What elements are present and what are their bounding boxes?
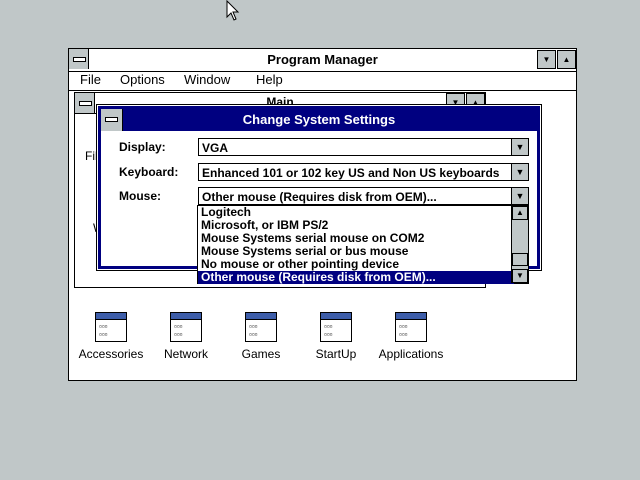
menu-window[interactable]: Window bbox=[184, 72, 230, 87]
menu-options[interactable]: Options bbox=[120, 72, 165, 87]
program-manager-title: Program Manager bbox=[267, 52, 378, 67]
keyboard-label: Keyboard: bbox=[119, 165, 179, 179]
menu-file[interactable]: File bbox=[80, 72, 101, 87]
group-icon-network[interactable]: ▫▫▫ ▫▫▫ Network bbox=[146, 312, 226, 361]
group-icon-applications[interactable]: ▫▫▫ ▫▫▫ Applications bbox=[371, 312, 451, 361]
dropdown-arrow-icon[interactable]: ▼ bbox=[511, 139, 528, 155]
scroll-up-icon[interactable]: ▲ bbox=[512, 206, 528, 220]
mouse-combobox[interactable]: Other mouse (Requires disk from OEM)... … bbox=[198, 187, 529, 205]
mouse-value: Other mouse (Requires disk from OEM)... bbox=[202, 190, 437, 204]
list-item-selected[interactable]: Other mouse (Requires disk from OEM)... bbox=[198, 271, 514, 284]
display-label: Display: bbox=[119, 140, 166, 154]
scroll-down-icon[interactable]: ▼ bbox=[512, 269, 528, 283]
program-manager-titlebar[interactable]: Program Manager ▼ ▲ bbox=[69, 49, 576, 72]
maximize-button[interactable]: ▲ bbox=[557, 50, 576, 69]
dialog-title: Change System Settings bbox=[242, 112, 396, 127]
mouse-label: Mouse: bbox=[119, 189, 161, 203]
group-label: Games bbox=[241, 347, 281, 361]
dropdown-arrow-icon[interactable]: ▼ bbox=[511, 188, 528, 204]
program-group-icon: ▫▫▫ ▫▫▫ bbox=[170, 312, 202, 342]
program-group-icon: ▫▫▫ ▫▫▫ bbox=[245, 312, 277, 342]
group-icon-accessories[interactable]: ▫▫▫ ▫▫▫ Accessories bbox=[71, 312, 151, 361]
vertical-scrollbar[interactable]: ▲ ▼ bbox=[511, 206, 528, 283]
display-value: VGA bbox=[202, 141, 229, 155]
group-label: StartUp bbox=[315, 347, 357, 361]
program-group-icon: ▫▫▫ ▫▫▫ bbox=[320, 312, 352, 342]
group-label: Accessories bbox=[78, 347, 144, 361]
group-icon-games[interactable]: ▫▫▫ ▫▫▫ Games bbox=[221, 312, 301, 361]
display-combobox[interactable]: VGA ▼ bbox=[198, 138, 529, 156]
mouse-pointer-icon bbox=[226, 0, 240, 21]
dialog-titlebar[interactable]: Change System Settings bbox=[101, 109, 537, 131]
group-label: Applications bbox=[378, 347, 444, 361]
keyboard-combobox[interactable]: Enhanced 101 or 102 key US and Non US ke… bbox=[198, 163, 529, 181]
keyboard-value: Enhanced 101 or 102 key US and Non US ke… bbox=[202, 166, 500, 180]
program-group-icon: ▫▫▫ ▫▫▫ bbox=[395, 312, 427, 342]
group-icon-startup[interactable]: ▫▫▫ ▫▫▫ StartUp bbox=[296, 312, 376, 361]
mouse-dropdown-list[interactable]: Logitech Microsoft, or IBM PS/2 Mouse Sy… bbox=[197, 205, 529, 284]
minimize-button[interactable]: ▼ bbox=[537, 50, 556, 69]
group-label: Network bbox=[163, 347, 208, 361]
program-manager-menubar: File Options Window Help bbox=[69, 71, 576, 91]
dropdown-arrow-icon[interactable]: ▼ bbox=[511, 164, 528, 180]
menu-help[interactable]: Help bbox=[256, 72, 283, 87]
scroll-thumb[interactable] bbox=[512, 253, 528, 266]
program-group-icon: ▫▫▫ ▫▫▫ bbox=[95, 312, 127, 342]
